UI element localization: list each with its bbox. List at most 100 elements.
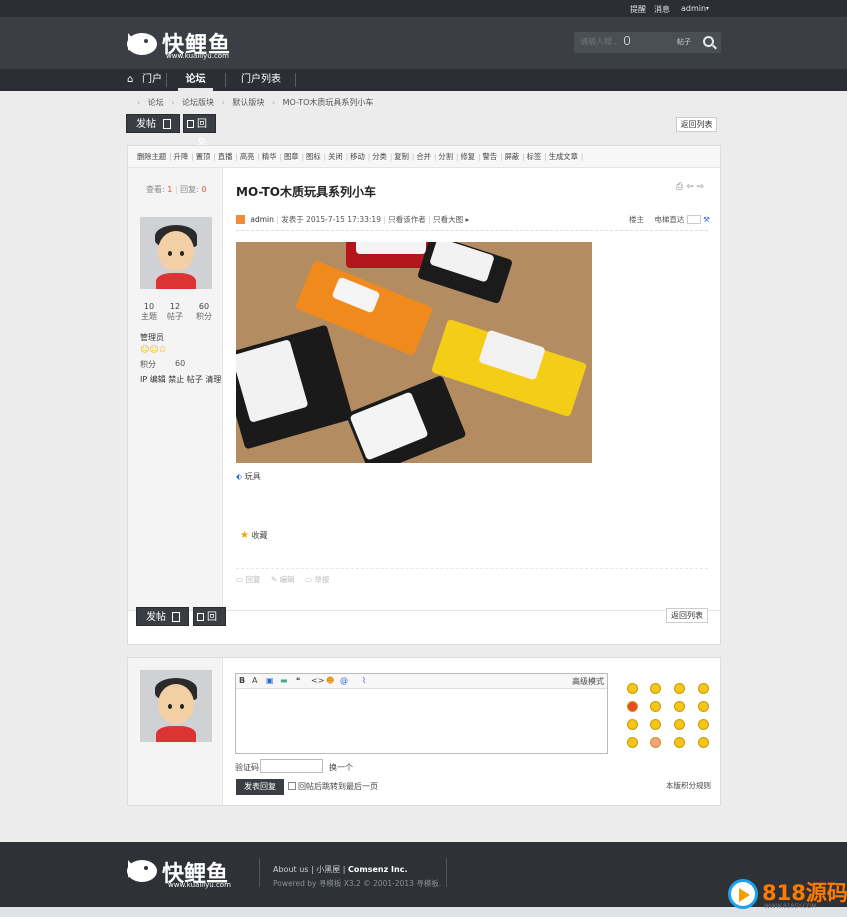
moderation-item[interactable]: 分类 xyxy=(372,152,387,161)
back-to-list-button-bottom[interactable]: 返回列表 xyxy=(666,608,708,623)
nav-item-portal-list[interactable]: 门户列表 xyxy=(238,69,284,91)
post-image[interactable] xyxy=(236,242,592,463)
emoji-icon[interactable] xyxy=(698,701,709,712)
smiley-icon[interactable]: ☻ xyxy=(326,676,334,685)
emoji-icon[interactable] xyxy=(650,719,661,730)
bold-icon[interactable]: B xyxy=(239,676,245,685)
reply-button[interactable]: 回复 xyxy=(183,114,216,149)
captcha-input[interactable] xyxy=(260,759,323,773)
breadcrumb-boards[interactable]: 论坛版块 xyxy=(182,98,214,107)
user-menu[interactable]: admin xyxy=(681,4,706,13)
messages-link[interactable]: 消息 xyxy=(654,4,670,15)
breadcrumb-forum[interactable]: 论坛 xyxy=(148,98,164,107)
emoji-icon[interactable] xyxy=(627,737,638,748)
moderation-item[interactable]: 精华 xyxy=(262,152,277,161)
reply-icon xyxy=(197,613,204,621)
emoji-icon[interactable] xyxy=(650,683,661,694)
moderation-item[interactable]: 置顶 xyxy=(196,152,211,161)
moderation-item[interactable]: 修复 xyxy=(460,152,475,161)
home-icon: ⌂ xyxy=(127,74,134,85)
tag-link[interactable]: 玩具 xyxy=(245,472,261,481)
about-link[interactable]: About us xyxy=(273,865,308,874)
report-action[interactable]: 举报 xyxy=(314,575,329,584)
reply-textarea[interactable] xyxy=(238,691,604,751)
avatar[interactable] xyxy=(140,670,212,742)
image-icon[interactable]: ▣ xyxy=(266,676,274,685)
site-logo[interactable]: 快鲤鱼 www.kuailiyu.com xyxy=(126,27,236,61)
moderation-item[interactable]: 生成文章 xyxy=(549,152,578,161)
blacklist-link[interactable]: 小黑屋 xyxy=(316,865,340,874)
emoji-icon[interactable] xyxy=(674,737,685,748)
emoji-icon[interactable] xyxy=(650,737,661,748)
moderation-item[interactable]: 直播 xyxy=(218,152,233,161)
reply-action[interactable]: 回复 xyxy=(245,575,260,584)
moderation-item[interactable]: 高亮 xyxy=(240,152,255,161)
moderation-item[interactable]: 图章 xyxy=(284,152,299,161)
emoji-icon[interactable] xyxy=(674,701,685,712)
only-author-link[interactable]: 只看该作者 xyxy=(388,215,426,224)
emoji-icon[interactable] xyxy=(698,719,709,730)
remind-link[interactable]: 提醒 xyxy=(630,4,646,15)
moderation-item[interactable]: 关闭 xyxy=(328,152,343,161)
quick-reply-panel: B A ▣ ▬ ❝ <> ☻ @ ⌇ 高级模式 验证码 换一个 发表回复 回帖后… xyxy=(127,657,721,806)
attachment-icon[interactable]: ⌇ xyxy=(362,676,366,685)
moderation-item[interactable]: 删除主题 xyxy=(137,152,166,161)
at-icon[interactable]: @ xyxy=(340,676,348,685)
moderation-item[interactable]: 分割 xyxy=(438,152,453,161)
breadcrumb-default-board[interactable]: 默认版块 xyxy=(232,98,264,107)
moderation-item[interactable]: 升降 xyxy=(174,152,189,161)
stat-posts[interactable]: 12 帖子 xyxy=(163,302,187,322)
submit-reply-button[interactable]: 发表回复 xyxy=(236,779,284,795)
moderation-item[interactable]: 警告 xyxy=(483,152,498,161)
emoji-icon[interactable] xyxy=(674,683,685,694)
reply-button-bottom[interactable]: 回复 xyxy=(193,607,226,642)
favorite-button[interactable]: ★ 收藏 xyxy=(240,530,268,541)
jump-last-page-label[interactable]: 回帖后跳转到最后一页 xyxy=(298,781,378,792)
previous-thread-icon[interactable]: ⇦ xyxy=(686,182,694,192)
new-post-button[interactable]: 发帖 xyxy=(126,114,180,133)
user-group[interactable]: 管理员 xyxy=(140,332,164,343)
stat-credits[interactable]: 60 积分 xyxy=(192,302,216,322)
emoji-icon[interactable] xyxy=(627,701,638,712)
advanced-mode-link[interactable]: 高级模式 xyxy=(572,676,604,687)
moderation-item[interactable]: 屏蔽 xyxy=(505,152,520,161)
nav-item-portal[interactable]: 门户 xyxy=(140,69,164,91)
print-icon[interactable]: ⎙ xyxy=(676,182,683,192)
admin-links[interactable]: IP 编辑 禁止 帖子 清理 xyxy=(140,374,221,385)
moderation-item[interactable]: 标签 xyxy=(527,152,542,161)
credit-rules-link[interactable]: 本版积分规则 xyxy=(666,780,711,791)
emoji-icon[interactable] xyxy=(627,683,638,694)
microphone-icon[interactable] xyxy=(624,36,630,45)
edit-action[interactable]: 编辑 xyxy=(280,575,295,584)
stat-threads[interactable]: 10 主题 xyxy=(137,302,161,322)
search-input[interactable] xyxy=(580,37,640,46)
only-big-image-link[interactable]: 只看大图 xyxy=(433,215,463,224)
captcha-refresh-link[interactable]: 换一个 xyxy=(329,762,353,773)
search-type-select[interactable]: 帖子 xyxy=(677,37,691,47)
moderation-item[interactable]: 图标 xyxy=(306,152,321,161)
emoji-icon[interactable] xyxy=(698,683,709,694)
next-thread-icon[interactable]: ⇨ xyxy=(697,182,705,192)
moderation-separator: | xyxy=(213,152,216,161)
elevator-input[interactable] xyxy=(686,215,701,224)
link-icon[interactable]: ▬ xyxy=(280,676,288,685)
company-link[interactable]: Comsenz Inc. xyxy=(348,865,407,874)
moderation-item[interactable]: 复制 xyxy=(394,152,409,161)
moderation-item[interactable]: 合并 xyxy=(416,152,431,161)
new-post-button-bottom[interactable]: 发帖 xyxy=(136,607,189,626)
avatar[interactable] xyxy=(140,217,212,289)
moderation-item[interactable]: 移动 xyxy=(350,152,365,161)
code-icon[interactable]: <> xyxy=(311,676,324,685)
quote-icon[interactable]: ❝ xyxy=(296,676,300,685)
emoji-icon[interactable] xyxy=(627,719,638,730)
back-to-list-button[interactable]: 返回列表 xyxy=(676,117,717,132)
user-menu-caret-icon[interactable]: ▾ xyxy=(706,5,709,12)
search-icon[interactable] xyxy=(703,36,714,47)
jump-last-page-checkbox[interactable] xyxy=(288,782,296,790)
emoji-icon[interactable] xyxy=(650,701,661,712)
author-link[interactable]: admin xyxy=(250,215,274,224)
font-color-icon[interactable]: A xyxy=(252,676,257,685)
emoji-icon[interactable] xyxy=(698,737,709,748)
wrench-icon[interactable]: ⚒ xyxy=(703,215,710,224)
emoji-icon[interactable] xyxy=(674,719,685,730)
